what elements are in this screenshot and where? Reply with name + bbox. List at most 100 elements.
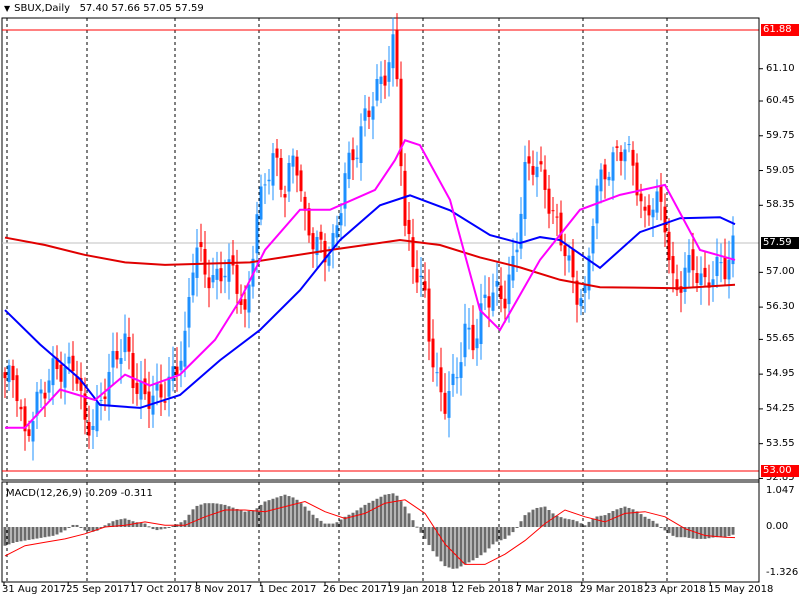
candle-body	[551, 210, 555, 212]
macd-histogram-bar	[591, 518, 595, 527]
candle-body	[475, 338, 479, 349]
candle-body	[667, 231, 671, 261]
macd-histogram-bar	[499, 527, 503, 541]
macd-histogram-bar	[551, 513, 555, 527]
macd-histogram-bar	[311, 514, 315, 527]
macd-histogram-bar	[379, 496, 383, 527]
candle-body	[471, 324, 475, 351]
macd-histogram-bar	[43, 527, 47, 538]
candle-body	[259, 186, 263, 220]
macd-histogram-bar	[327, 523, 331, 527]
candle-body	[207, 277, 211, 289]
macd-histogram-bar	[215, 503, 219, 527]
candle-body	[531, 166, 535, 175]
ohlc-close: 57.59	[175, 3, 204, 14]
macd-histogram-bar	[407, 513, 411, 527]
macd-histogram-bar	[623, 506, 627, 527]
macd-histogram-bar	[271, 498, 275, 527]
macd-histogram-bar	[723, 527, 727, 538]
macd-histogram-bar	[595, 516, 599, 527]
candle-body	[151, 395, 155, 415]
candle-body	[387, 62, 391, 82]
ma-fast-line	[5, 139, 736, 429]
candle-body	[715, 256, 719, 277]
candle-body	[47, 380, 51, 393]
macd-histogram-bar	[371, 500, 375, 527]
candle-body	[607, 176, 611, 181]
macd-histogram-bar	[679, 527, 683, 538]
macd-histogram-bar	[403, 506, 407, 527]
candle-body	[59, 364, 63, 382]
macd-histogram-bar	[323, 523, 327, 527]
candle-body	[395, 30, 399, 80]
macd-histogram-bar	[75, 524, 79, 527]
candle-body	[307, 208, 311, 236]
ohlc-low: 57.05	[143, 3, 172, 14]
macd-histogram-bar	[411, 520, 415, 527]
price-axis-label: 58.35	[766, 199, 795, 211]
candle-body	[71, 355, 75, 371]
candle-body	[131, 353, 135, 389]
macd-histogram-bar	[583, 525, 587, 527]
macd-histogram-bar	[223, 504, 227, 527]
macd-histogram-bar	[715, 527, 719, 538]
macd-histogram-bar	[163, 527, 167, 529]
macd-histogram-bar	[727, 527, 731, 536]
candle-body	[495, 280, 499, 287]
candle-body	[87, 422, 91, 436]
macd-histogram-bar	[619, 507, 623, 527]
candle-body	[355, 157, 359, 159]
candle-body	[431, 338, 435, 368]
macd-histogram-bar	[655, 523, 659, 527]
macd-histogram-bar	[579, 523, 583, 527]
macd-histogram-bar	[79, 527, 83, 528]
lower-level-tag: 53.00	[761, 465, 799, 477]
macd-histogram-bar	[479, 527, 483, 556]
macd-histogram-bar	[315, 518, 319, 527]
candle-body	[175, 366, 179, 375]
candle-body	[467, 327, 471, 330]
candle-body	[243, 299, 247, 310]
macd-histogram-bar	[643, 516, 647, 527]
price-axis-label: 56.30	[766, 301, 795, 313]
candle-body	[723, 257, 727, 280]
price-chart[interactable]	[0, 0, 800, 600]
candle-body	[271, 153, 275, 186]
candle-body	[7, 365, 11, 383]
candle-body	[27, 429, 31, 436]
candle-body	[655, 191, 659, 213]
candle-body	[443, 392, 447, 414]
macd-histogram-bar	[307, 510, 311, 527]
candle-body	[383, 75, 387, 86]
candle-body	[263, 184, 267, 186]
ohlc-high: 57.66	[111, 3, 141, 14]
macd-histogram-bar	[251, 510, 255, 527]
candle-body	[399, 78, 403, 167]
candle-body	[235, 264, 239, 294]
macd-histogram-bar	[507, 527, 511, 536]
macd-histogram-bar	[159, 527, 163, 530]
current-price-tag: 57.59	[761, 237, 799, 249]
candle-body	[127, 336, 131, 352]
macd-histogram-bar	[363, 504, 367, 527]
candle-body	[219, 268, 223, 282]
candle-body	[199, 242, 203, 248]
macd-histogram-bar	[427, 527, 431, 546]
macd-histogram-bar	[639, 514, 643, 527]
candle-body	[547, 188, 551, 214]
candle-body	[119, 358, 123, 364]
date-axis-label: 1 Dec 2017	[258, 584, 317, 595]
macd-histogram-bar	[691, 527, 695, 539]
macd-histogram-bar	[155, 527, 159, 531]
macd-histogram-bar	[183, 520, 187, 527]
candle-body	[31, 421, 35, 442]
macd-histogram-bar	[443, 527, 447, 567]
triangle-down-icon[interactable]: ▼	[4, 4, 10, 13]
candle-body	[19, 406, 23, 410]
macd-histogram-bar	[47, 527, 51, 537]
macd-histogram-bar	[259, 504, 263, 527]
candle-body	[543, 169, 547, 190]
macd-histogram-bar	[687, 527, 691, 538]
candle-body	[311, 233, 315, 250]
macd-histogram-bar	[291, 497, 295, 527]
